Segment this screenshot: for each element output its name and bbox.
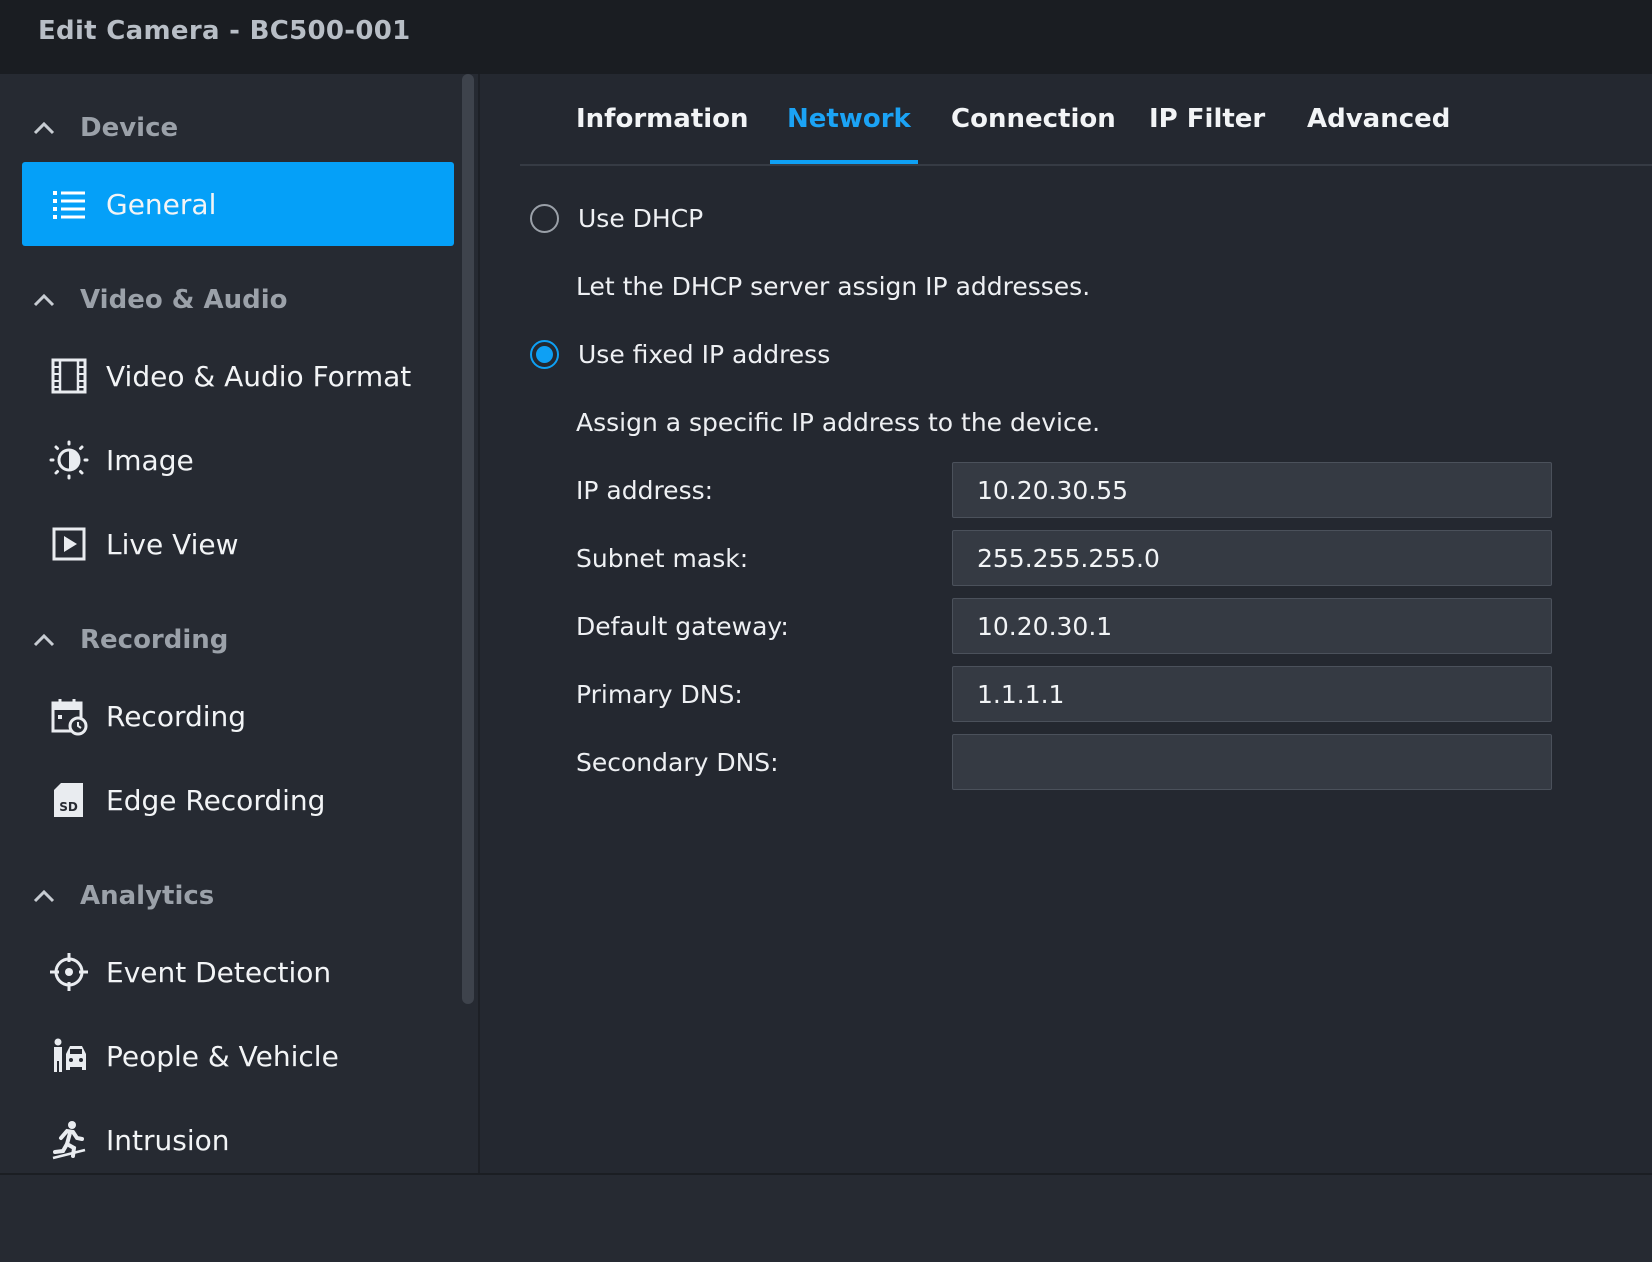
radio-label: Use DHCP	[578, 203, 704, 233]
section-label: Analytics	[80, 881, 215, 911]
default-gateway-field[interactable]: 10.20.30.1	[952, 598, 1552, 654]
brightness-icon	[49, 440, 89, 480]
secondary-dns-field[interactable]	[952, 734, 1552, 790]
tab-network[interactable]: Network	[787, 104, 911, 134]
window-title: Edit Camera - BC500-001	[38, 16, 411, 46]
sidebar-item-intrusion[interactable]: Intrusion	[22, 1098, 454, 1173]
sidebar-item-label: Intrusion	[106, 1123, 230, 1157]
sidebar-item-label: Image	[106, 443, 194, 477]
section-header-video-audio[interactable]: Video & Audio	[0, 276, 450, 324]
section-header-analytics[interactable]: Analytics	[0, 872, 450, 920]
chevron-up-icon	[33, 633, 55, 647]
sidebar-item-live-view[interactable]: Live View	[22, 502, 454, 586]
chevron-up-icon	[33, 889, 55, 903]
tab-information[interactable]: Information	[576, 104, 749, 134]
sidebar-item-recording[interactable]: Recording	[22, 674, 454, 758]
primary-dns-label: Primary DNS:	[576, 680, 743, 709]
film-icon	[51, 358, 87, 394]
subnet-mask-label: Subnet mask:	[576, 544, 749, 573]
svg-text:SD: SD	[59, 800, 78, 814]
primary-dns-field[interactable]: 1.1.1.1	[952, 666, 1552, 722]
ip-address-label: IP address:	[576, 476, 714, 505]
section-label: Video & Audio	[80, 285, 288, 315]
secondary-dns-label: Secondary DNS:	[576, 748, 779, 777]
sidebar-item-people-vehicle[interactable]: People & Vehicle	[22, 1014, 454, 1098]
sidebar-item-label: Event Detection	[106, 955, 332, 989]
sidebar-item-label: Video & Audio Format	[106, 359, 412, 393]
active-tab-indicator	[770, 160, 918, 164]
section-header-device[interactable]: Device	[0, 104, 450, 152]
sidebar-scrollbar[interactable]	[462, 74, 474, 1004]
sidebar-item-event-detection[interactable]: Event Detection	[22, 930, 454, 1014]
title-bar: Edit Camera - BC500-001	[0, 0, 1652, 74]
sidebar-item-edge-recording[interactable]: SD Edge Recording	[22, 758, 454, 842]
sidebar-item-label: People & Vehicle	[106, 1039, 339, 1073]
play-icon	[52, 527, 86, 561]
tab-ip-filter[interactable]: IP Filter	[1149, 104, 1265, 134]
use-dhcp-radio[interactable]	[530, 203, 559, 233]
sidebar-item-general[interactable]: General	[22, 162, 454, 246]
use-fixed-ip-option[interactable]: Use fixed IP address	[530, 334, 830, 374]
use-fixed-ip-radio[interactable]	[530, 339, 559, 369]
sd-card-icon: SD	[54, 783, 83, 817]
sidebar: Device General Video & Audio Video & Aud…	[0, 74, 478, 1173]
section-label: Recording	[80, 625, 229, 655]
sidebar-item-label: Recording	[106, 699, 247, 733]
dhcp-description: Let the DHCP server assign IP addresses.	[576, 272, 1091, 301]
section-label: Device	[80, 113, 179, 143]
sidebar-item-label: Live View	[106, 527, 239, 561]
sidebar-item-label: Edge Recording	[106, 783, 326, 817]
fixed-ip-description: Assign a specific IP address to the devi…	[576, 408, 1101, 437]
tab-advanced[interactable]: Advanced	[1307, 104, 1450, 134]
use-dhcp-option[interactable]: Use DHCP	[530, 198, 703, 238]
running-person-icon	[52, 1121, 86, 1160]
sidebar-item-label: General	[106, 187, 217, 221]
sidebar-item-video-audio-format[interactable]: Video & Audio Format	[22, 334, 454, 418]
default-gateway-label: Default gateway:	[576, 612, 789, 641]
calendar-clock-icon	[51, 699, 88, 736]
subnet-mask-field[interactable]: 255.255.255.0	[952, 530, 1552, 586]
tab-connection[interactable]: Connection	[951, 104, 1116, 134]
list-icon	[53, 191, 85, 219]
tab-bar: Information Network Connection IP Filter…	[520, 74, 1652, 166]
person-vehicle-icon	[54, 1038, 86, 1072]
sidebar-item-image[interactable]: Image	[22, 418, 454, 502]
ip-address-field[interactable]: 10.20.30.55	[952, 462, 1552, 518]
chevron-up-icon	[33, 293, 55, 307]
crosshair-icon	[50, 953, 88, 991]
chevron-up-icon	[33, 121, 55, 135]
footer-bar	[0, 1173, 1652, 1262]
section-header-recording[interactable]: Recording	[0, 616, 450, 664]
main-panel: Information Network Connection IP Filter…	[480, 74, 1652, 1173]
radio-label: Use fixed IP address	[578, 339, 831, 369]
